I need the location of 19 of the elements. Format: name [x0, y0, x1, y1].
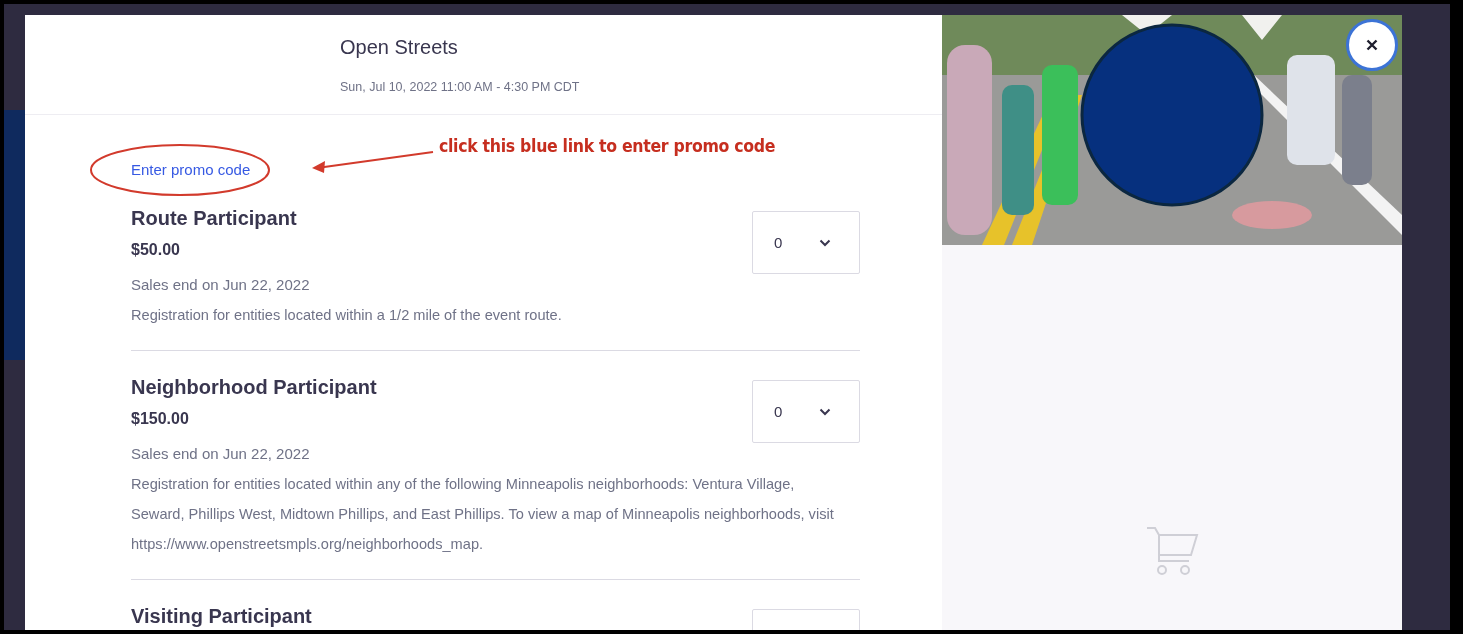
- quantity-select[interactable]: 0: [752, 380, 860, 443]
- cart-icon: [1145, 525, 1199, 577]
- ticket-description: Registration for entities located within a 1/2 mile of the event route.: [131, 306, 563, 325]
- sales-end-date: Sales end on Jun 22, 2022: [131, 275, 311, 295]
- ticket-name: Visiting Participant: [131, 604, 313, 629]
- close-icon: [1366, 39, 1378, 51]
- quantity-select[interactable]: 0: [752, 211, 860, 274]
- chevron-down-icon: [819, 407, 831, 416]
- chevron-down-icon: [819, 238, 831, 247]
- ticket-price: $50.00: [131, 240, 181, 260]
- event-title: Open Streets: [340, 35, 459, 59]
- ticket-price: $150.00: [131, 409, 190, 429]
- ticket-name: Neighborhood Participant: [131, 375, 378, 400]
- sales-end-date: Sales end on Jun 22, 2022: [131, 444, 311, 464]
- promo-code-link[interactable]: Enter promo code: [131, 161, 251, 178]
- annotation-note: click this blue link to enter promo code: [439, 136, 776, 156]
- event-date: Sun, Jul 10, 2022 11:00 AM - 4:30 PM CDT: [340, 80, 581, 94]
- ticket-name: Route Participant: [131, 206, 298, 231]
- ticket-description: Registration for entities located within any of the following Minneapolis neighborhoods: Ventura Village, Seward, Phillips West, Midtown Phillips, and East Phillips. To view a map of Minneapolis neighborhoods, visit https://www.openstreetsmpls.org/neighborhoods_map.: [131, 475, 835, 554]
